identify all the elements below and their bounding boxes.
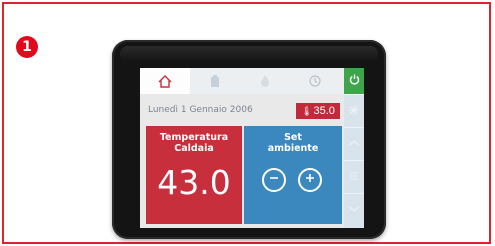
setpoint-title-line1: Set	[284, 132, 302, 143]
boiler-icon	[209, 75, 221, 87]
arrow-down-icon	[349, 201, 359, 219]
outdoor-temperature-value: 35.0	[313, 105, 335, 117]
boiler-temperature-value: 43.0	[157, 163, 231, 202]
tab-home[interactable]	[140, 68, 190, 94]
boiler-panel-title: Temperatura Caldaia	[146, 132, 242, 154]
touch-screen: Lunedì 1 Gennaio 2006 🌡 35.0 Temperatura…	[140, 68, 364, 228]
side-menu	[344, 94, 364, 228]
decrease-setpoint-button[interactable]	[262, 168, 286, 192]
outdoor-temperature-badge: 🌡 35.0	[296, 103, 340, 119]
plus-icon	[304, 171, 316, 189]
side-button-4[interactable]	[344, 193, 364, 226]
tab-flame[interactable]	[240, 68, 290, 94]
minus-icon	[268, 171, 280, 189]
date-label: Lunedì 1 Gennaio 2006	[148, 105, 253, 115]
setpoint-panel-title: Set ambiente	[244, 132, 342, 154]
boiler-title-line2: Caldaia	[174, 143, 214, 154]
side-button-2[interactable]	[344, 127, 364, 160]
flame-icon	[260, 75, 270, 87]
boiler-temperature-panel[interactable]: Temperatura Caldaia 43.0	[146, 126, 242, 224]
step-number-badge: 1	[16, 36, 38, 58]
room-setpoint-panel: Set ambiente	[244, 126, 342, 224]
boiler-title-line1: Temperatura	[159, 132, 229, 143]
tab-clock[interactable]	[290, 68, 340, 94]
arrow-up-icon	[349, 135, 359, 153]
side-button-1[interactable]	[344, 94, 364, 127]
device-bezel-highlight	[120, 46, 378, 62]
setpoint-title-line2: ambiente	[267, 143, 319, 154]
power-button[interactable]	[344, 68, 364, 94]
home-icon	[158, 74, 172, 88]
menu-icon	[349, 168, 359, 186]
clock-icon	[309, 75, 321, 87]
power-icon	[349, 72, 360, 90]
status-bar: Lunedì 1 Gennaio 2006 🌡 35.0	[146, 102, 340, 120]
tab-bar	[140, 68, 364, 94]
tab-boiler[interactable]	[190, 68, 240, 94]
thermostat-device: Lunedì 1 Gennaio 2006 🌡 35.0 Temperatura…	[112, 40, 386, 239]
snowflake-icon	[349, 102, 359, 120]
instruction-frame: 1 Lunedì 1 Gennaio 2006 🌡 35.0 Temperatu…	[2, 2, 491, 244]
thermometer-icon: 🌡	[301, 105, 313, 116]
side-button-3[interactable]	[344, 160, 364, 193]
increase-setpoint-button[interactable]	[298, 168, 322, 192]
